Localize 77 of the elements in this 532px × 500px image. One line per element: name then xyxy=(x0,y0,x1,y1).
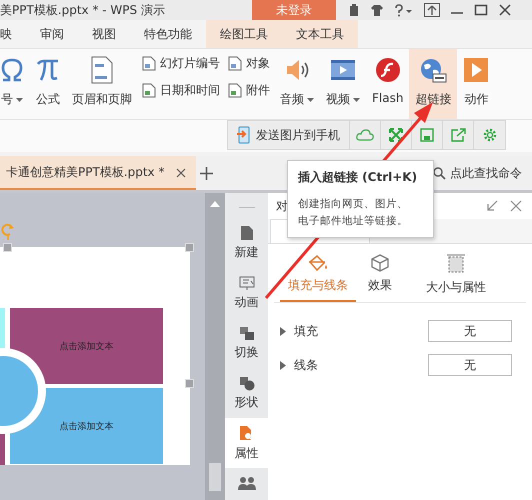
new-page-icon xyxy=(240,225,254,241)
search-icon xyxy=(433,166,446,180)
page-icon xyxy=(91,56,113,84)
property-label: 填充 xyxy=(294,322,318,340)
rectangle-shape xyxy=(0,308,5,350)
ribbon-button[interactable]: 音频 xyxy=(274,49,320,119)
drag-handle[interactable] xyxy=(238,207,254,208)
globe-link-icon xyxy=(419,57,448,83)
cube-icon xyxy=(371,254,389,272)
scroll-up-icon[interactable] xyxy=(210,201,220,207)
menu-tab[interactable]: 特色功能 xyxy=(130,20,206,48)
side-nav-item[interactable]: 动画 xyxy=(225,268,268,318)
shirt-icon[interactable] xyxy=(370,4,384,16)
window-title: 美PPT模板.pptx * - WPS 演示 xyxy=(0,2,166,18)
ribbon-button[interactable]: 公式 xyxy=(30,49,66,119)
ribbon-button[interactable]: 对象 xyxy=(228,55,270,72)
help-icon[interactable] xyxy=(394,4,414,16)
animation-icon xyxy=(238,276,254,290)
search-field[interactable]: 点此查找命令 xyxy=(450,166,532,180)
expand-arrow-icon[interactable] xyxy=(280,326,286,336)
play-icon xyxy=(463,57,490,83)
transition-icon xyxy=(238,326,254,340)
expand-arrow-icon[interactable] xyxy=(280,360,286,370)
flash-icon xyxy=(374,57,401,83)
ribbon-button[interactable]: 页眉和页脚 xyxy=(66,49,138,119)
add-tab-icon[interactable] xyxy=(200,166,213,180)
video-icon xyxy=(330,58,356,82)
tooltip-description: 创建指向网页、图片、电子邮件地址等链接。 xyxy=(298,197,409,229)
speaker-icon xyxy=(284,57,310,83)
maximize-icon[interactable] xyxy=(474,4,488,16)
document-icon xyxy=(142,83,156,98)
close-icon[interactable] xyxy=(510,200,522,212)
scrollbar[interactable] xyxy=(205,193,225,500)
option-tab[interactable]: 效果 xyxy=(360,254,400,302)
document-tab[interactable]: 卡通创意精美PPT模板.pptx * xyxy=(0,156,196,190)
upload-icon[interactable] xyxy=(424,3,440,17)
resize-handle[interactable] xyxy=(185,379,194,388)
ribbon-button[interactable]: 视频 xyxy=(320,49,366,119)
property-value-button[interactable]: 无 xyxy=(428,320,512,342)
side-nav-item[interactable]: 属性 xyxy=(225,418,268,468)
paint-bucket-icon xyxy=(308,254,328,272)
ribbon-button[interactable]: 动作 xyxy=(457,49,496,119)
collapse-icon[interactable] xyxy=(486,200,498,212)
property-label: 线条 xyxy=(294,356,318,374)
side-nav-item[interactable]: 形状 xyxy=(225,368,268,418)
property-value-button[interactable]: 无 xyxy=(428,354,512,376)
side-nav-item[interactable]: 切换 xyxy=(225,318,268,368)
close-icon[interactable] xyxy=(498,4,512,16)
document-icon xyxy=(228,56,242,71)
resize-handle[interactable] xyxy=(185,243,194,252)
scroll-thumb[interactable] xyxy=(209,463,221,491)
pi-icon xyxy=(36,57,60,83)
tooltip-title: 插入超链接 (Ctrl+K) xyxy=(298,169,418,186)
people-icon[interactable] xyxy=(238,476,256,491)
ribbon-button[interactable]: Flash xyxy=(366,49,410,119)
shapes-icon xyxy=(238,376,254,390)
ribbon-button[interactable]: 幻灯片编号 xyxy=(142,55,220,72)
document-icon xyxy=(142,56,156,71)
phone-icon xyxy=(237,126,251,144)
menu-tab[interactable]: 映 xyxy=(0,20,26,48)
ribbon-button[interactable]: 附件 xyxy=(228,82,270,99)
close-icon[interactable] xyxy=(176,168,186,178)
menu-tab[interactable]: 绘图工具 xyxy=(206,20,282,48)
ribbon-button[interactable]: 超链接 xyxy=(409,49,458,119)
rotate-handle-icon[interactable] xyxy=(1,223,15,241)
omega-icon xyxy=(0,57,24,83)
menu-tab[interactable]: 审阅 xyxy=(26,20,78,48)
size-frame-icon xyxy=(447,254,465,274)
menu-tab[interactable]: 文本工具 xyxy=(282,20,358,48)
document-icon xyxy=(228,83,242,98)
ribbon-button[interactable]: 日期和时间 xyxy=(142,82,220,99)
resize-handle[interactable] xyxy=(3,243,12,252)
option-tab[interactable]: 大小与属性 xyxy=(418,254,494,302)
ribbon-button[interactable]: 号 xyxy=(0,49,30,119)
menu-tab[interactable]: 视图 xyxy=(78,20,130,48)
panel-title: 对 xyxy=(276,198,288,214)
side-nav-item[interactable]: 新建 xyxy=(225,218,268,268)
